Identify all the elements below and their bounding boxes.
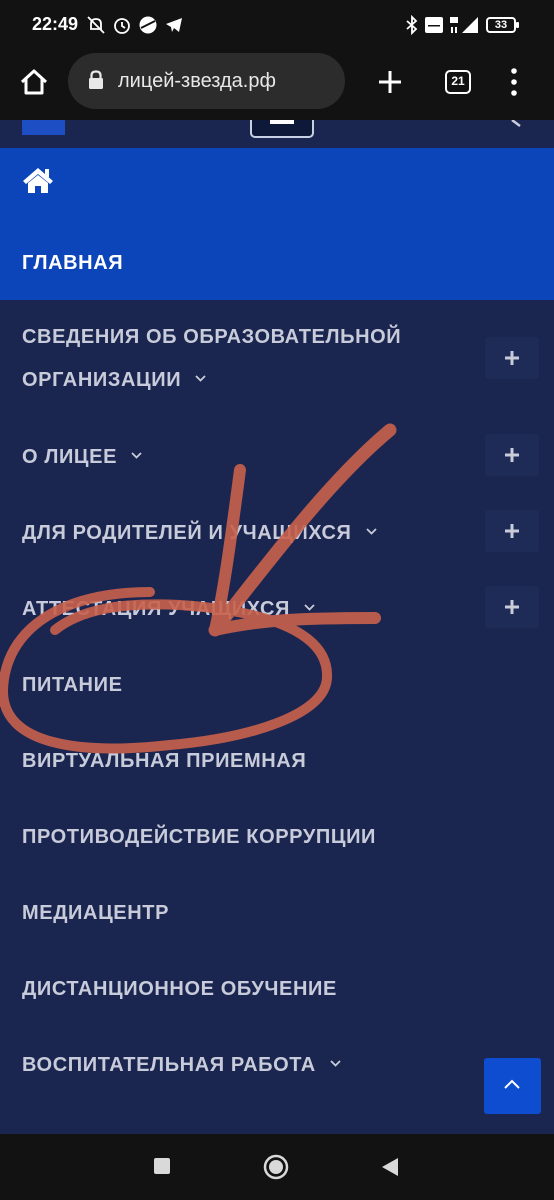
chevron-down-icon bbox=[195, 375, 206, 382]
menu-item-anti-corruption[interactable]: ПРОТИВОДЕЙСТВИЕ КОРРУПЦИИ bbox=[22, 826, 376, 849]
chevron-down-icon bbox=[131, 452, 142, 459]
telegram-icon bbox=[166, 18, 182, 32]
signal-icon bbox=[462, 17, 478, 33]
chevron-up-icon bbox=[504, 1079, 520, 1089]
menu-item-media-center[interactable]: МЕДИАЦЕНТР bbox=[22, 902, 169, 925]
menu-toggle-button[interactable] bbox=[250, 120, 314, 138]
menu-item-education-work[interactable]: ВОСПИТАТЕЛЬНАЯ РАБОТА bbox=[22, 1054, 341, 1077]
chevron-down-icon bbox=[304, 604, 315, 611]
vpn-icon bbox=[139, 16, 157, 34]
home-icon[interactable] bbox=[18, 66, 50, 98]
menu-item-label: АТТЕСТАЦИЯ УЧАЩИХСЯ bbox=[22, 598, 290, 620]
home-circle-icon[interactable] bbox=[263, 1154, 289, 1180]
tab-count: 21 bbox=[451, 74, 465, 88]
overflow-menu-icon[interactable] bbox=[509, 67, 519, 97]
url-text: лицей-звезда.рф bbox=[118, 70, 276, 92]
site-header bbox=[0, 120, 554, 148]
menu-item-attestation[interactable]: АТТЕСТАЦИЯ УЧАЩИХСЯ bbox=[22, 598, 315, 621]
battery-level: 33 bbox=[494, 19, 508, 31]
address-bar[interactable]: лицей-звезда.рф bbox=[68, 53, 345, 109]
expand-org-info-button[interactable] bbox=[485, 337, 539, 379]
alarm-clock-icon bbox=[114, 18, 130, 34]
hamburger-icon bbox=[270, 120, 294, 124]
menu-item-distance-learning[interactable]: ДИСТАНЦИОННОЕ ОБУЧЕНИЕ bbox=[22, 978, 337, 1001]
menu-item-label: СВЕДЕНИЯ ОБ ОБРАЗОВАТЕЛЬНОЙ bbox=[22, 326, 402, 348]
menu-item-home-label: ГЛАВНАЯ bbox=[22, 252, 124, 274]
browser-toolbar: лицей-звезда.рф 21 bbox=[0, 50, 554, 120]
bluetooth-icon bbox=[406, 15, 418, 35]
system-navigation-bar bbox=[0, 1134, 554, 1200]
menu-item-label: МЕДИАЦЕНТР bbox=[22, 902, 170, 924]
recent-apps-icon[interactable] bbox=[154, 1158, 170, 1174]
plus-icon bbox=[505, 448, 519, 462]
tab-switcher-button[interactable]: 21 bbox=[445, 70, 471, 94]
house-icon bbox=[23, 168, 53, 193]
chevron-down-icon bbox=[366, 528, 377, 535]
menu-item-label: ВОСПИТАТЕЛЬНАЯ РАБОТА bbox=[22, 1054, 316, 1076]
menu-item-label: ОРГАНИЗАЦИИ bbox=[22, 369, 182, 391]
menu-item-org-info[interactable]: СВЕДЕНИЯ ОБ ОБРАЗОВАТЕЛЬНОЙ bbox=[22, 326, 401, 349]
menu-item-label: ВИРТУАЛЬНАЯ ПРИЕМНАЯ bbox=[22, 750, 307, 772]
battery-indicator: 33 bbox=[486, 17, 519, 33]
menu-item-parents-students[interactable]: ДЛЯ РОДИТЕЛЕЙ И УЧАЩИХСЯ bbox=[22, 522, 377, 545]
back-icon[interactable] bbox=[380, 1156, 400, 1178]
chevron-down-icon bbox=[330, 1060, 341, 1067]
status-bar: 22:49 33 bbox=[0, 0, 554, 50]
menu-item-org-info-line2[interactable]: ОРГАНИЗАЦИИ bbox=[22, 369, 206, 392]
menu-item-label: ПРОТИВОДЕЙСТВИЕ КОРРУПЦИИ bbox=[22, 826, 377, 848]
menu-item-virtual-reception[interactable]: ВИРТУАЛЬНАЯ ПРИЕМНАЯ bbox=[22, 750, 306, 773]
status-time: 22:49 bbox=[32, 14, 79, 34]
search-icon[interactable] bbox=[508, 120, 524, 128]
menu-item-label: ПИТАНИЕ bbox=[22, 674, 123, 696]
plus-icon bbox=[505, 600, 519, 614]
expand-about-button[interactable] bbox=[485, 434, 539, 476]
menu-item-home[interactable]: ГЛАВНАЯ bbox=[0, 148, 554, 300]
menu-item-label: ДИСТАНЦИОННОЕ ОБУЧЕНИЕ bbox=[22, 978, 337, 1000]
menu-item-about[interactable]: О ЛИЦЕЕ bbox=[22, 446, 142, 469]
lock-icon[interactable] bbox=[88, 70, 104, 90]
plus-icon bbox=[505, 524, 519, 538]
scroll-to-top-button[interactable] bbox=[484, 1058, 541, 1114]
new-tab-icon[interactable] bbox=[377, 69, 403, 95]
plus-icon bbox=[505, 351, 519, 365]
expand-attestation-button[interactable] bbox=[485, 586, 539, 628]
menu-item-nutrition[interactable]: ПИТАНИЕ bbox=[22, 674, 123, 697]
site-logo[interactable] bbox=[22, 120, 65, 135]
menu-item-label: ДЛЯ РОДИТЕЛЕЙ И УЧАЩИХСЯ bbox=[22, 522, 352, 544]
expand-parents-students-button[interactable] bbox=[485, 510, 539, 552]
menu-item-label: О ЛИЦЕЕ bbox=[22, 446, 118, 468]
volte-icon bbox=[425, 17, 443, 33]
muted-alarm-icon bbox=[87, 16, 105, 34]
